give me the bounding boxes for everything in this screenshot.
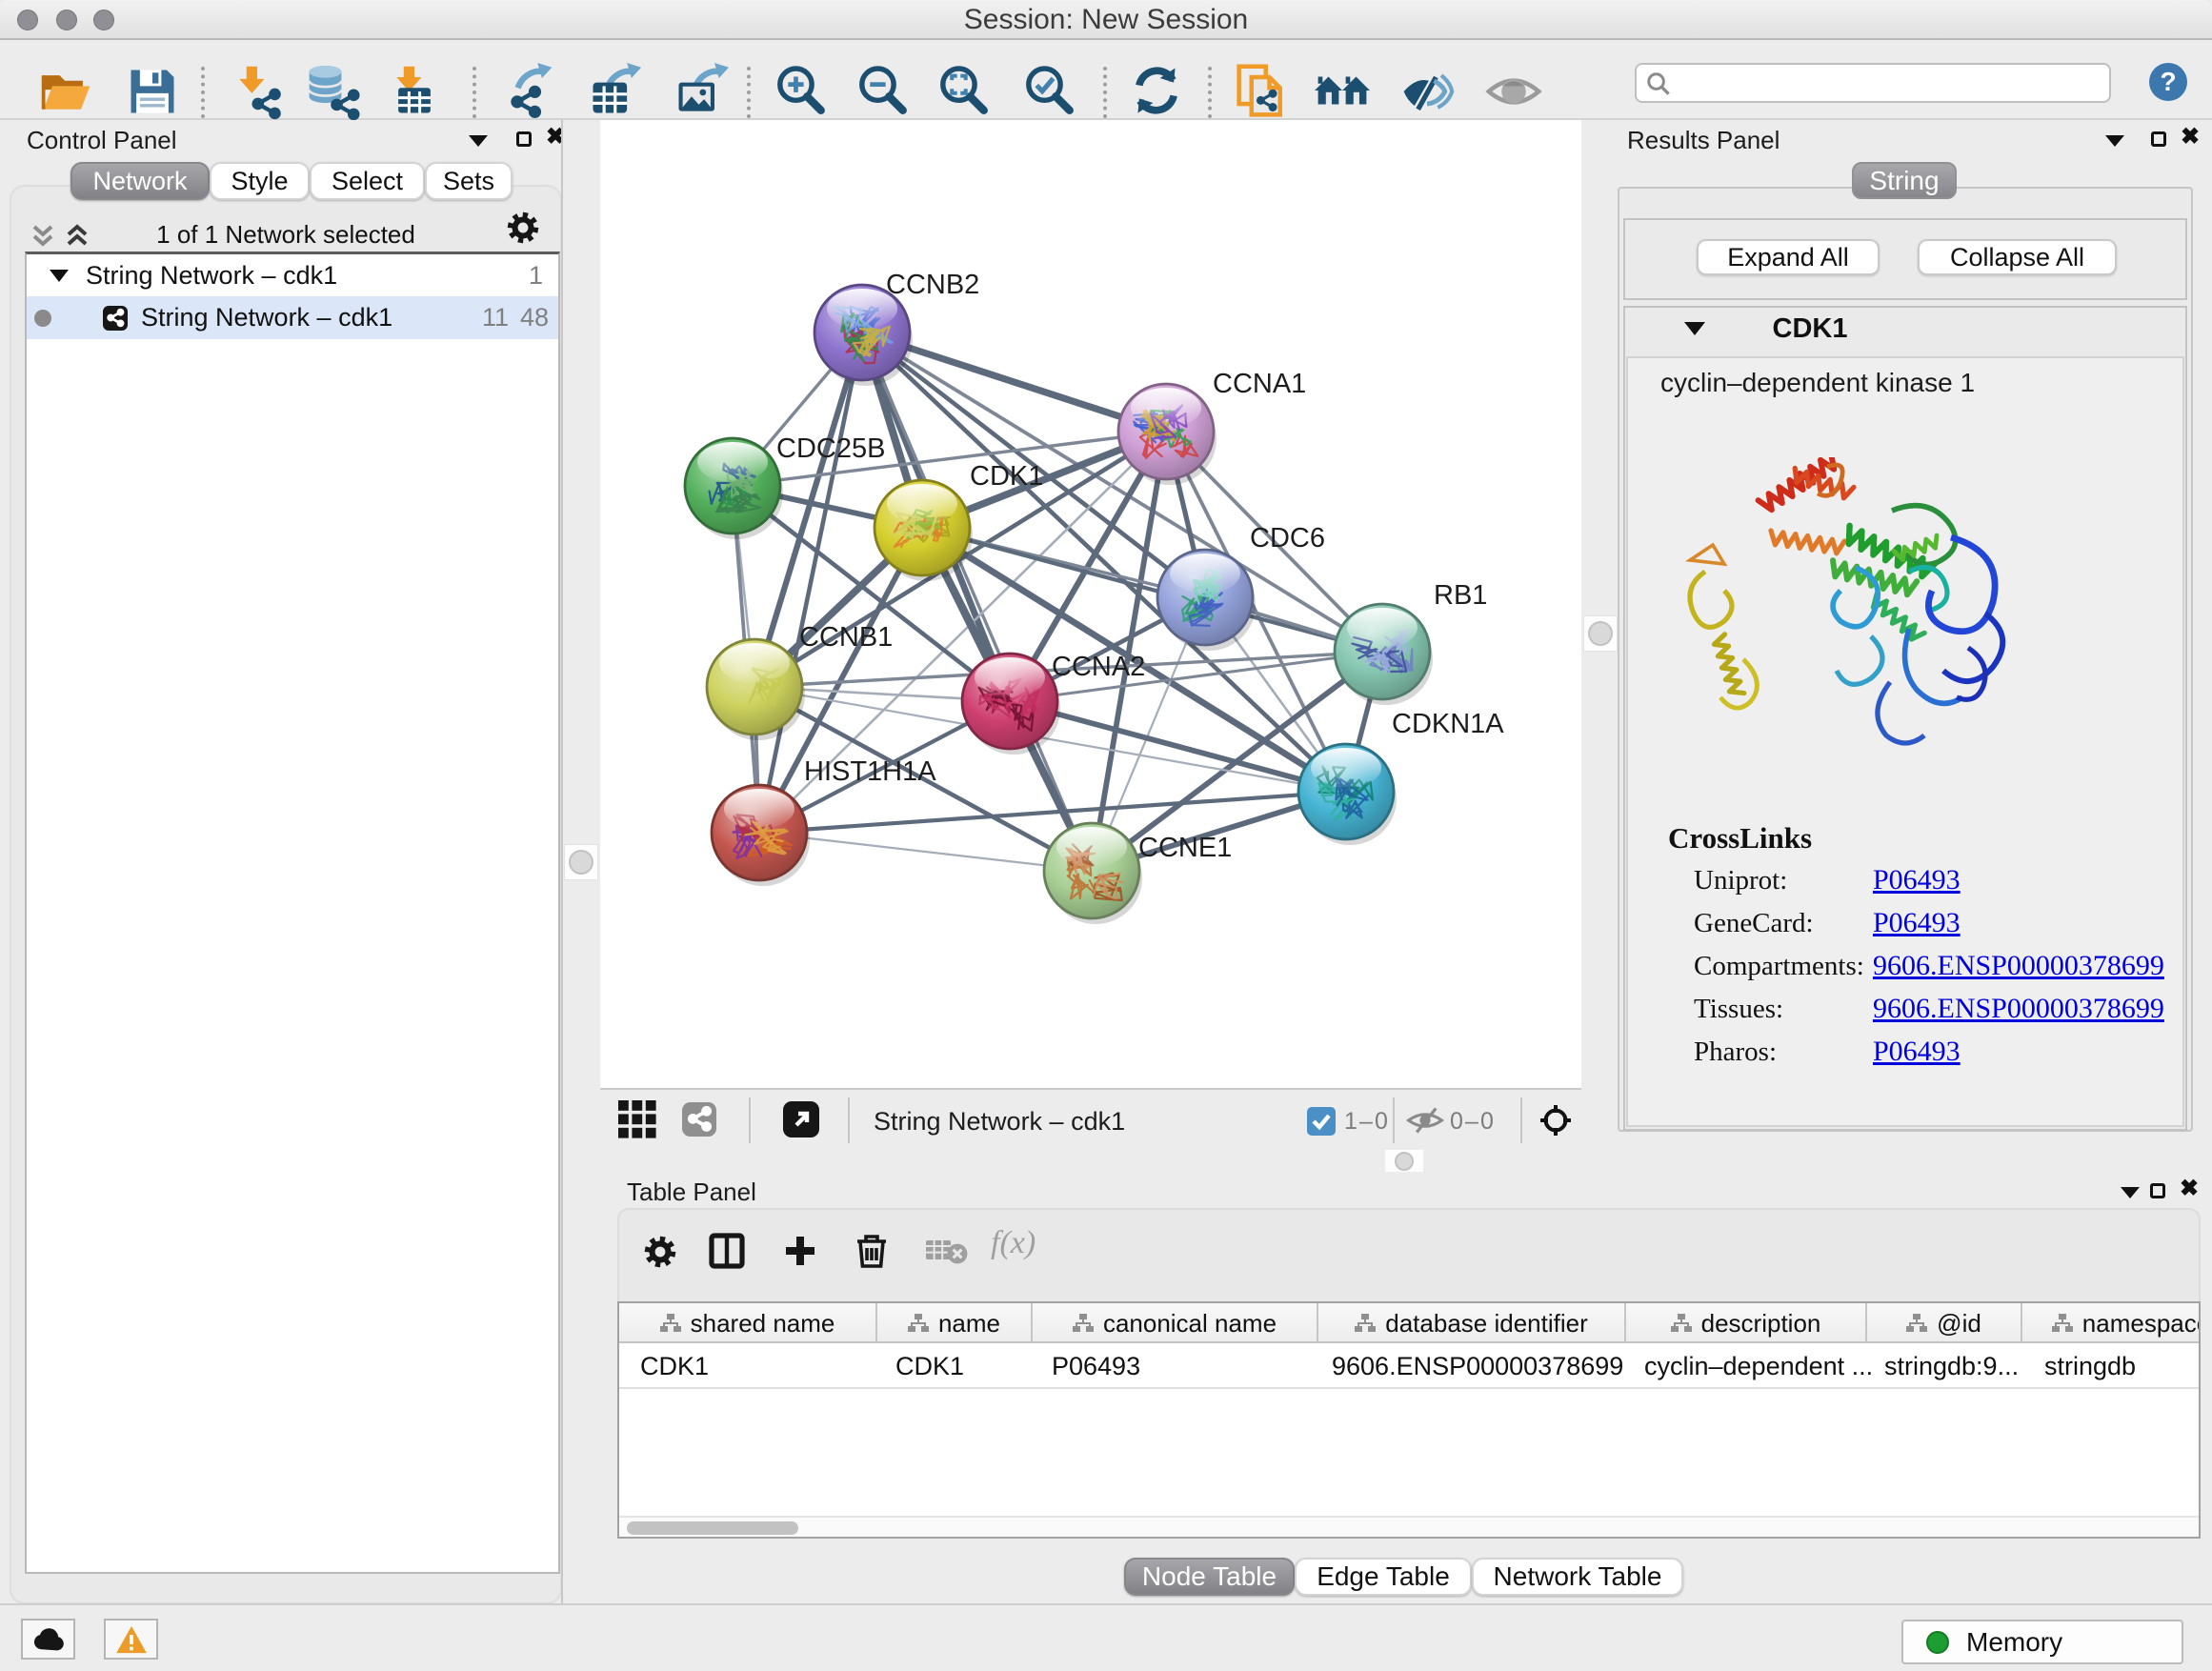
svg-text:CDC25B: CDC25B bbox=[776, 433, 885, 464]
svg-text:CDK1: CDK1 bbox=[970, 461, 1043, 492]
svg-text:CCNE1: CCNE1 bbox=[1138, 833, 1232, 863]
svg-text:CDC6: CDC6 bbox=[1250, 523, 1325, 554]
svg-text:CCNB1: CCNB1 bbox=[799, 622, 893, 653]
svg-text:HIST1H1A: HIST1H1A bbox=[804, 756, 936, 787]
svg-text:RB1: RB1 bbox=[1434, 580, 1487, 611]
svg-text:CCNA1: CCNA1 bbox=[1213, 369, 1306, 399]
svg-text:CDKN1A: CDKN1A bbox=[1392, 709, 1504, 739]
svg-text:CCNA2: CCNA2 bbox=[1052, 652, 1145, 682]
svg-text:CCNB2: CCNB2 bbox=[886, 270, 979, 300]
